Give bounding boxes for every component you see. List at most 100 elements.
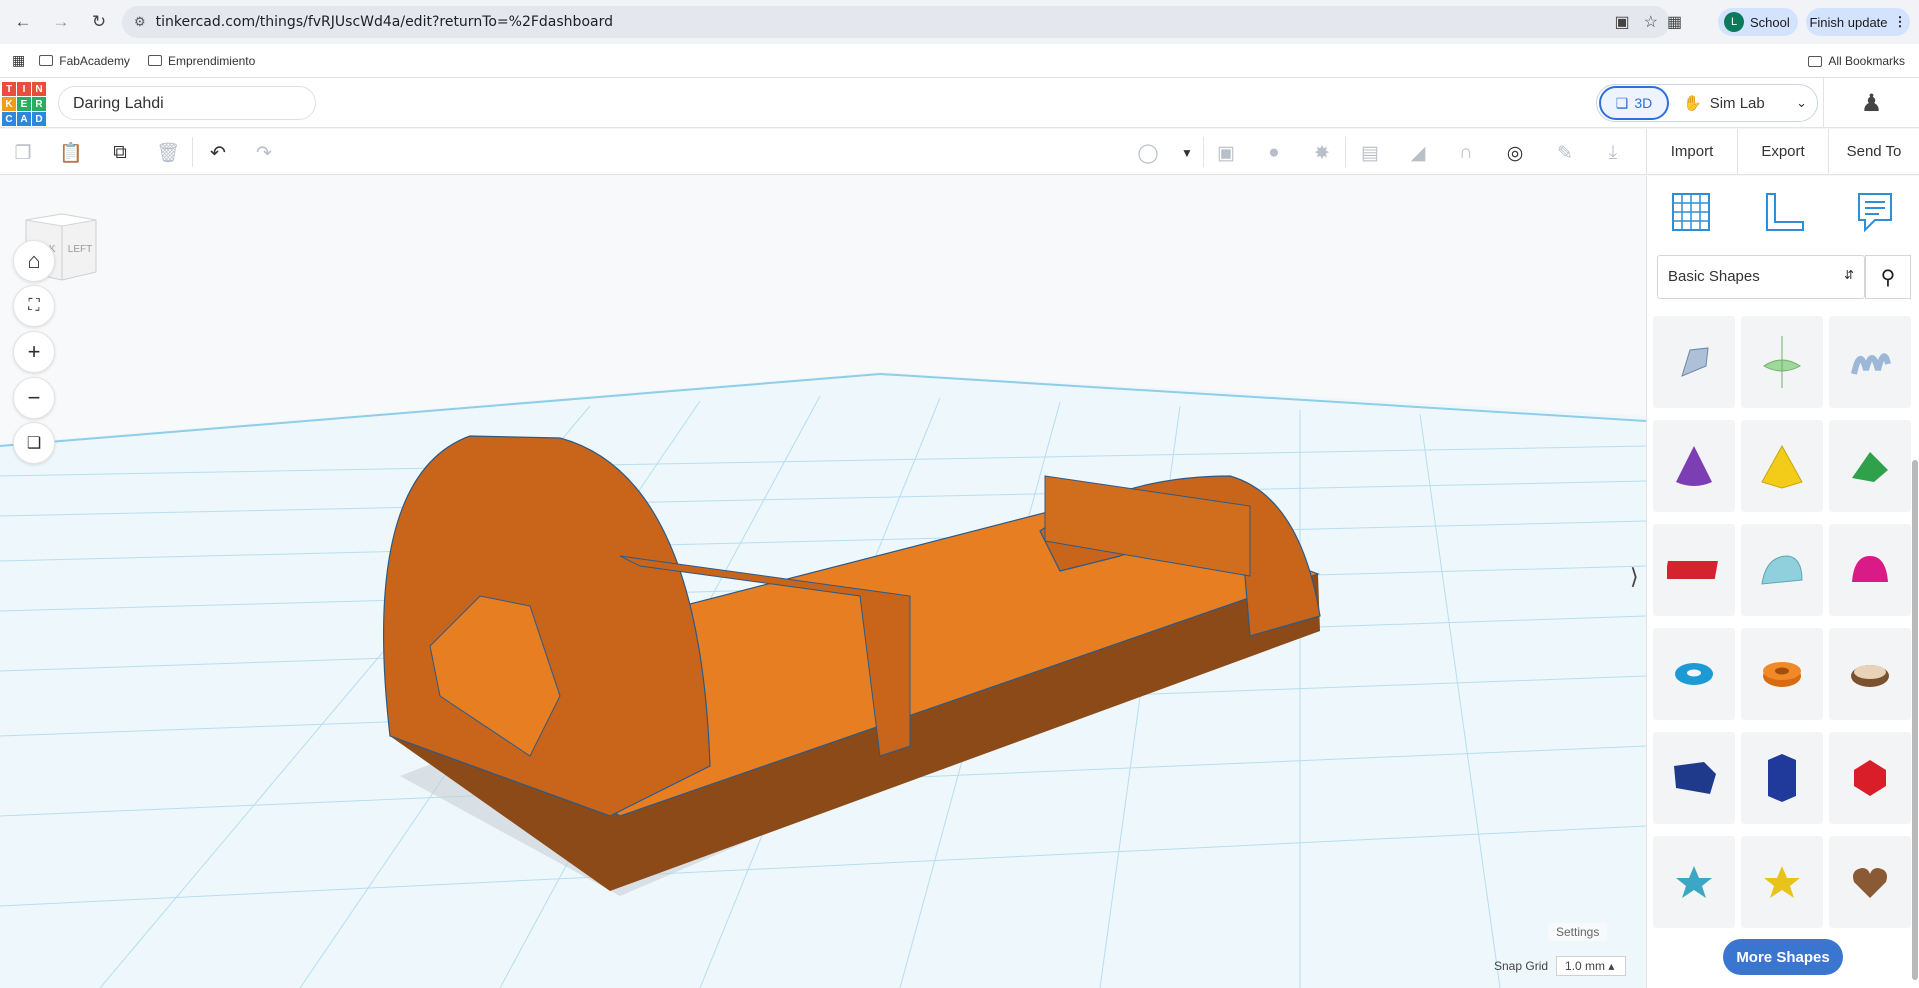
caret-down-icon[interactable]: ▼	[1174, 140, 1200, 166]
zoom-out-button[interactable]: −	[13, 377, 55, 419]
shape-tube[interactable]	[1741, 628, 1823, 720]
snap-grid-select[interactable]: 1.0 mm ▴	[1556, 956, 1627, 976]
duplicate-icon[interactable]: ⧉	[107, 140, 133, 166]
reload-icon[interactable]: ↻	[84, 7, 114, 37]
shape-half-sphere[interactable]	[1829, 524, 1911, 616]
torus-shape-icon	[1675, 663, 1713, 685]
shape-text[interactable]	[1653, 524, 1735, 616]
shape-star-blue[interactable]	[1653, 836, 1735, 928]
ring-shape-icon	[1851, 665, 1889, 687]
avatar: L	[1724, 12, 1744, 32]
shape-icosahedron[interactable]	[1829, 732, 1911, 824]
drop-icon[interactable]: ⤓	[1600, 140, 1626, 166]
export-button[interactable]: Export	[1737, 129, 1828, 174]
ortho-view-button[interactable]: ❑	[13, 422, 55, 464]
copy-icon[interactable]: ❐	[10, 140, 36, 166]
snap-grid-control: Snap Grid 1.0 mm ▴	[1494, 956, 1627, 976]
forward-icon[interactable]: →	[46, 7, 76, 37]
shape-category-value: Basic Shapes	[1668, 268, 1760, 285]
chevron-down-icon[interactable]: ⌄	[1796, 95, 1807, 111]
shape-spring[interactable]	[1829, 316, 1911, 408]
icosahedron-shape-icon	[1854, 760, 1886, 796]
shape-half-cylinder[interactable]	[1741, 524, 1823, 616]
ruler-panel-icon[interactable]	[1759, 188, 1807, 236]
back-icon[interactable]: ←	[8, 7, 38, 37]
delete-icon[interactable]: 🗑	[155, 140, 181, 166]
browser-toolbar: ← → ↻ ⚙ tinkercad.com/things/fvRJUscWd4a…	[0, 0, 1919, 44]
view-3d-button[interactable]: ❑ 3D	[1599, 86, 1669, 120]
scribble-shape-icon	[1681, 347, 1709, 377]
shape-scribble[interactable]	[1653, 316, 1735, 408]
panel-scrollbar[interactable]	[1912, 460, 1918, 980]
address-bar[interactable]: ⚙ tinkercad.com/things/fvRJUscWd4a/edit?…	[122, 6, 1670, 38]
ungroup-icon[interactable]: ✸	[1309, 140, 1335, 166]
logo-letter: I	[17, 82, 31, 96]
shape-star-gold[interactable]	[1741, 836, 1823, 928]
profile-button[interactable]: L School	[1718, 8, 1798, 36]
shape-roof[interactable]	[1829, 420, 1911, 512]
notes-icon[interactable]: ✎	[1552, 140, 1578, 166]
spring-shape-icon	[1851, 353, 1891, 375]
shape-pyramid[interactable]	[1741, 420, 1823, 512]
shape-search-button[interactable]: ⚲	[1865, 255, 1911, 299]
send-to-button[interactable]: Send To	[1828, 129, 1919, 174]
undo-icon[interactable]: ↶	[205, 140, 231, 166]
finish-update-button[interactable]: Finish update ⋮	[1806, 8, 1910, 36]
light-bulb-icon[interactable]: ◯	[1135, 140, 1161, 166]
shape-torus[interactable]	[1653, 628, 1735, 720]
sim-lab-button[interactable]: ✋ Sim Lab	[1683, 94, 1765, 113]
logo-letter: N	[32, 82, 46, 96]
edit-toolbar: ❐ 📋 ⧉ 🗑 ↶ ↷ ◯ ▼ ▣ ● ✸ ▤ ◢ ∩ ◎ ✎ ⤓	[0, 129, 1646, 175]
logo-letter: A	[17, 112, 31, 126]
snap-grid-value: 1.0 mm	[1565, 959, 1606, 973]
workplane-icon[interactable]: ▣	[1213, 140, 1239, 166]
view-mode-toggle: ❑ 3D ✋ Sim Lab ⌄	[1596, 84, 1818, 122]
bookmark-star-icon[interactable]: ☆	[1644, 12, 1658, 32]
text-shape-icon	[1667, 561, 1718, 579]
ruler-icon[interactable]: ◎	[1502, 140, 1528, 166]
shape-cone[interactable]	[1653, 420, 1735, 512]
half-sphere-shape-icon	[1852, 556, 1888, 582]
url-text[interactable]: tinkercad.com/things/fvRJUscWd4a/edit?re…	[156, 14, 613, 30]
shape-polygon[interactable]	[1653, 732, 1735, 824]
bookmark-label: Emprendimiento	[167, 53, 256, 68]
shape-heart[interactable]	[1829, 836, 1911, 928]
minus-icon: −	[27, 385, 41, 410]
shape-ring[interactable]	[1829, 628, 1911, 720]
more-shapes-button[interactable]: More Shapes	[1723, 939, 1843, 975]
add-user-button[interactable]: ♟	[1823, 78, 1919, 128]
extensions-icon[interactable]: ▦	[1667, 12, 1682, 32]
shape-category-select[interactable]: Basic Shapes ⇵	[1657, 255, 1865, 299]
cruise-icon[interactable]: ∩	[1453, 140, 1479, 166]
apps-grid-icon[interactable]: ▦	[12, 52, 25, 69]
paste-icon[interactable]: 📋	[58, 140, 84, 166]
view-cube-left[interactable]: LEFT	[68, 244, 92, 255]
bookmark-fabacademy[interactable]: FabAcademy	[39, 54, 130, 68]
hexagon-prism-shape-icon	[1768, 754, 1796, 802]
group-icon[interactable]: ●	[1261, 140, 1287, 166]
install-app-icon[interactable]: ▣	[1615, 12, 1630, 32]
shape-hexagonal-prism[interactable]	[1741, 732, 1823, 824]
logo-letter: T	[2, 82, 16, 96]
settings-button[interactable]: Settings	[1548, 923, 1608, 941]
import-button[interactable]: Import	[1646, 129, 1737, 174]
bookmark-label: FabAcademy	[59, 53, 130, 68]
zoom-in-button[interactable]: +	[13, 331, 55, 373]
align-icon[interactable]: ▤	[1357, 140, 1383, 166]
tinkercad-logo[interactable]: T I N K E R C A D	[2, 82, 46, 126]
site-info-icon[interactable]: ⚙	[134, 14, 146, 30]
snap-grid-label: Snap Grid	[1494, 959, 1549, 973]
fit-view-button[interactable]: ⛶	[13, 285, 55, 327]
design-name-field[interactable]: Daring Lahdi	[58, 86, 316, 120]
workplane-grid-icon[interactable]	[1667, 188, 1715, 236]
bookmark-emprendimiento[interactable]: Emprendimiento	[147, 53, 256, 68]
collapse-panel-icon[interactable]: ⟩	[1630, 564, 1639, 590]
notes-panel-icon[interactable]	[1851, 188, 1899, 236]
redo-icon[interactable]: ↷	[251, 140, 277, 166]
half-cylinder-shape-icon	[1761, 555, 1803, 585]
mirror-icon[interactable]: ◢	[1405, 140, 1431, 166]
all-bookmarks-button[interactable]: All Bookmarks	[1808, 54, 1905, 68]
home-view-button[interactable]: ⌂	[13, 240, 55, 282]
workplane-viewport[interactable]: BACK LEFT ⌂ ⛶ + − ❑ ⟩ Settings Snap Grid…	[0, 176, 1646, 988]
shape-spinning-top[interactable]	[1741, 316, 1823, 408]
